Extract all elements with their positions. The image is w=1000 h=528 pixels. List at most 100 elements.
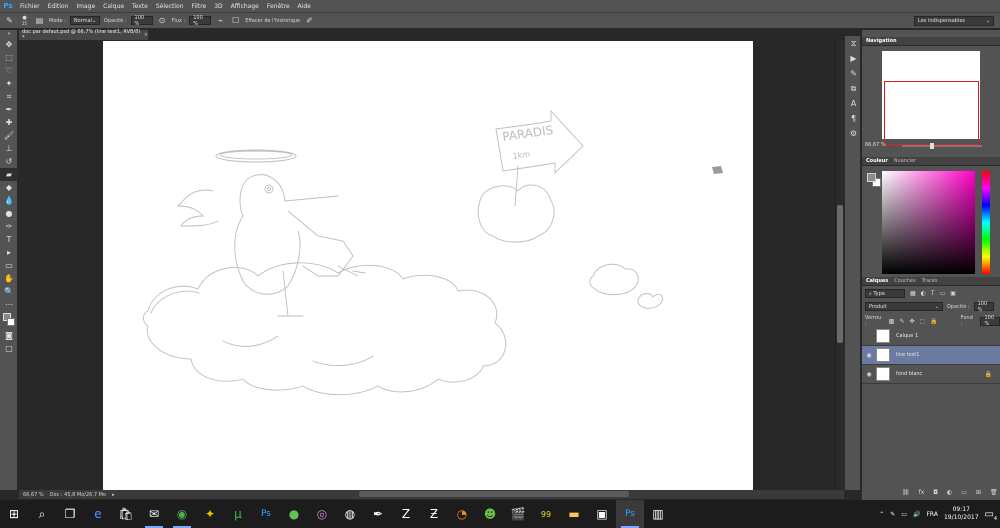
- app-icon-tower[interactable]: ▥: [644, 500, 672, 528]
- document-canvas[interactable]: PARADIS 1km: [103, 41, 753, 490]
- status-arrow-icon[interactable]: ▸: [112, 492, 115, 498]
- path-select-tool-icon[interactable]: ▸: [0, 246, 18, 259]
- zoom-tool-icon[interactable]: 🔍: [0, 285, 18, 298]
- app-icon-character[interactable]: ☻: [476, 500, 504, 528]
- screen-mode-icon[interactable]: ▢: [0, 342, 18, 355]
- hand-tool-icon[interactable]: ✋: [0, 272, 18, 285]
- tab-paths[interactable]: Tracés: [922, 278, 938, 284]
- eye-icon[interactable]: ◉: [862, 352, 876, 359]
- pen-tool-icon[interactable]: ✑: [0, 220, 18, 233]
- hue-slider[interactable]: [982, 171, 990, 274]
- tab-swatches[interactable]: Nuancier: [894, 158, 916, 164]
- eraser-tool-icon[interactable]: ▰: [0, 168, 18, 181]
- photoshop-taskbar-icon[interactable]: Ps: [252, 500, 280, 528]
- adjustment-layer-icon[interactable]: ◐: [947, 489, 952, 496]
- filter-smart-icon[interactable]: ▣: [950, 290, 956, 297]
- app-icon-dark2[interactable]: ▣: [588, 500, 616, 528]
- tab-channels[interactable]: Couches: [894, 278, 915, 284]
- toolbar-collapse-icon[interactable]: »: [0, 30, 18, 38]
- layer-filter-select[interactable]: ⌕ Type: [865, 289, 905, 298]
- language-indicator[interactable]: FRA: [926, 511, 937, 518]
- layer-style-icon[interactable]: fx: [919, 489, 925, 496]
- history-brush-tool-icon[interactable]: ↺: [0, 155, 18, 168]
- delete-layer-icon[interactable]: 🗑: [990, 489, 998, 496]
- layer-row[interactable]: ◉ line test1: [862, 346, 1000, 365]
- paint-bucket-tool-icon[interactable]: ◆: [0, 181, 18, 194]
- erase-history-checkbox[interactable]: ☐: [230, 15, 241, 26]
- lasso-tool-icon[interactable]: ➰: [0, 64, 18, 77]
- actions-panel-icon[interactable]: ▶: [845, 51, 862, 66]
- layer-name[interactable]: Calque 1: [896, 333, 918, 339]
- mail-icon[interactable]: ✉: [140, 500, 168, 528]
- start-button-icon[interactable]: ⊞: [0, 500, 28, 528]
- close-icon[interactable]: ×: [144, 32, 148, 38]
- new-group-icon[interactable]: ▭: [961, 489, 967, 496]
- history-panel-icon[interactable]: ⧖: [845, 36, 862, 51]
- zbrush-alt-icon[interactable]: Ƶ: [420, 500, 448, 528]
- blender-icon[interactable]: ◔: [448, 500, 476, 528]
- mode-select[interactable]: Normal ⌄: [69, 16, 100, 25]
- status-zoom[interactable]: 66,67 %: [23, 492, 44, 498]
- more-tools-icon[interactable]: ⋯: [0, 298, 18, 311]
- quick-mask-icon[interactable]: ◙: [0, 329, 18, 342]
- vertical-scrollbar-thumb[interactable]: [837, 205, 843, 343]
- menu-image[interactable]: Image: [72, 3, 99, 10]
- layer-row[interactable]: Calque 1: [862, 327, 1000, 346]
- filter-type-icon[interactable]: T: [931, 290, 935, 297]
- link-layers-icon[interactable]: ⛓: [902, 489, 910, 496]
- filter-shape-icon[interactable]: ▭: [940, 290, 946, 297]
- blur-tool-icon[interactable]: 💧: [0, 194, 18, 207]
- network-icon[interactable]: ▭: [901, 511, 907, 518]
- tab-color[interactable]: Couleur: [866, 158, 888, 164]
- marquee-tool-icon[interactable]: ⬚: [0, 51, 18, 64]
- filter-adjustment-icon[interactable]: ◐: [921, 290, 926, 297]
- menu-3d[interactable]: 3D: [210, 3, 226, 10]
- layer-row[interactable]: ◉ fond blanc 🔒: [862, 365, 1000, 384]
- document-tab[interactable]: doc par defaut.psd @ 66,7% (line test1, …: [19, 29, 149, 41]
- blend-mode-select[interactable]: Produit ⌄: [865, 302, 943, 311]
- menu-window[interactable]: Fenêtre: [263, 3, 294, 10]
- file-explorer-icon[interactable]: ▬: [560, 500, 588, 528]
- layer-name[interactable]: line test1: [896, 352, 919, 358]
- video-editor-icon[interactable]: 🎬: [504, 500, 532, 528]
- brush-panel-icon[interactable]: ✎: [845, 66, 862, 81]
- clock[interactable]: 09:17 19/10/2017: [944, 506, 979, 522]
- lock-all-icon[interactable]: 🔒: [930, 318, 937, 325]
- lock-pixels-icon[interactable]: ✎: [899, 318, 904, 325]
- flow-input[interactable]: 100 %: [189, 15, 212, 27]
- menu-edit[interactable]: Edition: [44, 3, 73, 10]
- app-icon-star[interactable]: ✦: [196, 500, 224, 528]
- task-view-icon[interactable]: ❐: [56, 500, 84, 528]
- dodge-tool-icon[interactable]: ●: [0, 207, 18, 220]
- edge-browser-icon[interactable]: e: [84, 500, 112, 528]
- background-color-swatch[interactable]: [7, 318, 15, 326]
- eraser-preset-icon[interactable]: ✎: [4, 15, 15, 26]
- quick-select-tool-icon[interactable]: ✦: [0, 77, 18, 90]
- menu-file[interactable]: Fichier: [16, 3, 44, 10]
- chrome-icon[interactable]: ◉: [168, 500, 196, 528]
- rectangle-tool-icon[interactable]: ▭: [0, 259, 18, 272]
- color-picker-field[interactable]: [882, 171, 975, 274]
- properties-panel-icon[interactable]: ⚙: [845, 126, 862, 141]
- navigator-zoom-slider[interactable]: [902, 143, 982, 149]
- type-tool-icon[interactable]: T: [0, 233, 18, 246]
- eye-icon[interactable]: ◉: [862, 371, 876, 378]
- crop-tool-icon[interactable]: ⌗: [0, 90, 18, 103]
- new-layer-icon[interactable]: ⊞: [976, 489, 981, 496]
- navigator-tab[interactable]: Navigation: [866, 38, 897, 44]
- panel-foreground-color-swatch[interactable]: [867, 173, 876, 182]
- layer-visibility-toggle[interactable]: [862, 333, 876, 340]
- app-icon-pen[interactable]: ✒: [364, 500, 392, 528]
- menu-view[interactable]: Affichage: [227, 3, 263, 10]
- pressure-opacity-icon[interactable]: ⊙: [157, 15, 168, 26]
- app-icon-99[interactable]: 99: [532, 500, 560, 528]
- filter-pixel-icon[interactable]: ▦: [910, 290, 916, 297]
- opacity-input[interactable]: 100 %: [130, 15, 153, 27]
- airbrush-icon[interactable]: ⌁: [215, 15, 226, 26]
- character-panel-icon[interactable]: A: [845, 96, 862, 111]
- brush-size-icon[interactable]: ● 25: [19, 15, 30, 26]
- app-icon-dark[interactable]: ◍: [336, 500, 364, 528]
- brush-panel-icon[interactable]: ▤: [34, 15, 45, 26]
- navigator-zoom-slider-knob[interactable]: [930, 143, 934, 149]
- menu-layer[interactable]: Calque: [99, 3, 128, 10]
